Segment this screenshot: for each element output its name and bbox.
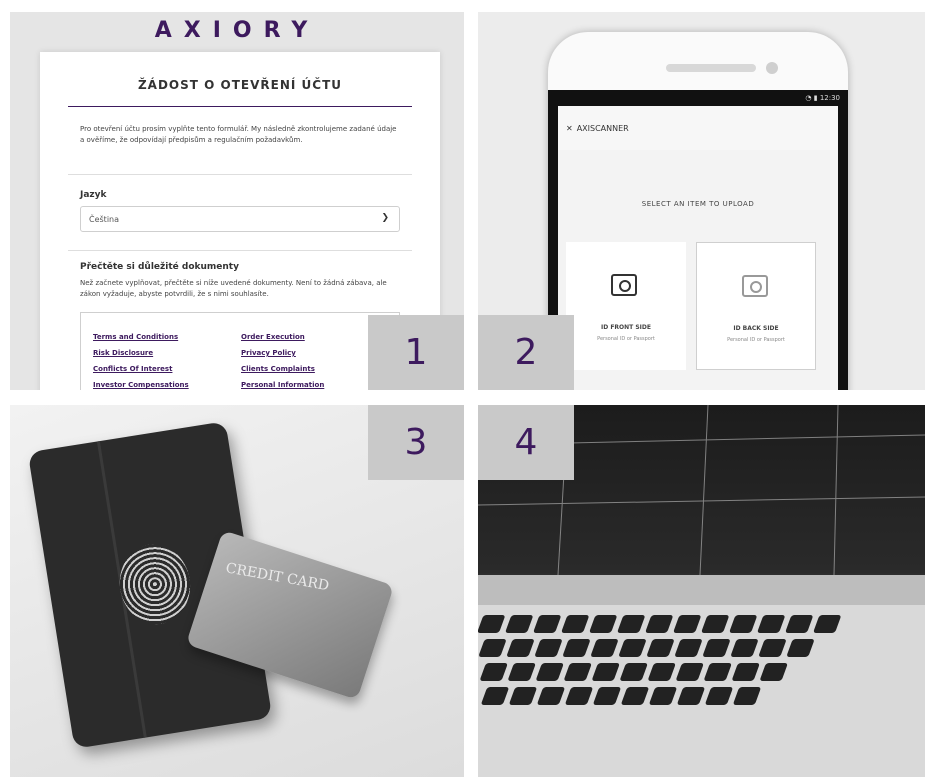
front-camera — [766, 62, 778, 74]
wifi-icon: ◔ — [805, 94, 812, 102]
title-divider — [68, 106, 412, 107]
link-complaints[interactable]: Clients Complaints — [241, 365, 315, 373]
back-subtitle: Personal ID or Passport — [727, 337, 785, 343]
camera-icon — [742, 275, 768, 297]
tile-passport-cards: CREDIT CARD 3 — [10, 405, 464, 777]
step-badge-1: 1 — [368, 315, 464, 390]
upload-front-card[interactable]: ID FRONT SIDE Personal ID or Passport — [566, 242, 686, 370]
divider — [68, 174, 412, 175]
link-personal-info[interactable]: Personal Information — [241, 381, 324, 389]
tile-laptop: 4 — [478, 405, 925, 777]
chevron-down-icon: ❯ — [381, 213, 389, 223]
camera-icon — [611, 274, 637, 296]
front-title: ID FRONT SIDE — [601, 324, 651, 331]
form-title: ŽÁDOST O OTEVŘENÍ ÚČTU — [137, 78, 342, 92]
key-row — [480, 687, 762, 705]
documents-box: Terms and Conditions Order Execution Ris… — [80, 312, 400, 390]
app-bar: ✕ AXISCANNER — [558, 106, 838, 150]
language-label: Jazyk — [80, 190, 107, 200]
status-time: 12:30 — [819, 94, 840, 102]
link-conflicts[interactable]: Conflicts Of Interest — [93, 365, 172, 373]
signal-icon: ▮ — [813, 94, 818, 102]
phone-device: ◔ ▮ 12:30 ✕ AXISCANNER SELECT AN ITEM TO… — [548, 32, 848, 390]
front-subtitle: Personal ID or Passport — [597, 336, 655, 342]
form-intro: Pro otevření účtu prosím vyplňte tento f… — [80, 125, 397, 144]
speaker-grille — [666, 64, 756, 72]
app-name: AXISCANNER — [576, 123, 629, 133]
phone-screen: ◔ ▮ 12:30 ✕ AXISCANNER SELECT AN ITEM TO… — [548, 90, 848, 390]
link-terms[interactable]: Terms and Conditions — [93, 333, 178, 341]
step-badge-4: 4 — [478, 405, 574, 480]
upload-back-card[interactable]: ID BACK SIDE Personal ID or Passport — [696, 242, 816, 370]
status-bar: ◔ ▮ 12:30 — [548, 90, 848, 106]
key-row — [479, 663, 789, 681]
link-risk-disclosure[interactable]: Risk Disclosure — [93, 349, 153, 357]
link-investor-comp[interactable]: Investor Compensations — [93, 381, 189, 389]
step-badge-2: 2 — [478, 315, 574, 390]
app-body: SELECT AN ITEM TO UPLOAD ID FRONT SIDE P… — [558, 150, 838, 390]
card-text: CREDIT CARD — [224, 560, 331, 595]
link-order-execution[interactable]: Order Execution — [241, 333, 305, 341]
back-title: ID BACK SIDE — [733, 325, 779, 332]
key-row — [478, 639, 815, 657]
app-logo-icon: ✕ — [566, 123, 573, 133]
docs-heading: Přečtěte si důležité dokumenty — [80, 262, 239, 272]
language-select[interactable]: Čeština ❯ — [80, 206, 400, 232]
link-privacy-policy[interactable]: Privacy Policy — [241, 349, 296, 357]
divider — [68, 250, 412, 251]
brand-logo: AXIORY — [154, 18, 320, 43]
docs-text: Než začnete vyplňovat, přečtěte si níže … — [80, 279, 387, 298]
language-value: Čeština — [89, 214, 120, 224]
key-row — [478, 615, 842, 633]
step-badge-3: 3 — [368, 405, 464, 480]
keyboard — [478, 585, 925, 777]
tile-phone-scanner: ◔ ▮ 12:30 ✕ AXISCANNER SELECT AN ITEM TO… — [478, 12, 925, 390]
upload-instruction: SELECT AN ITEM TO UPLOAD — [641, 200, 755, 208]
tile-account-form: AXIORY ŽÁDOST O OTEVŘENÍ ÚČTU Pro otevře… — [10, 12, 464, 390]
